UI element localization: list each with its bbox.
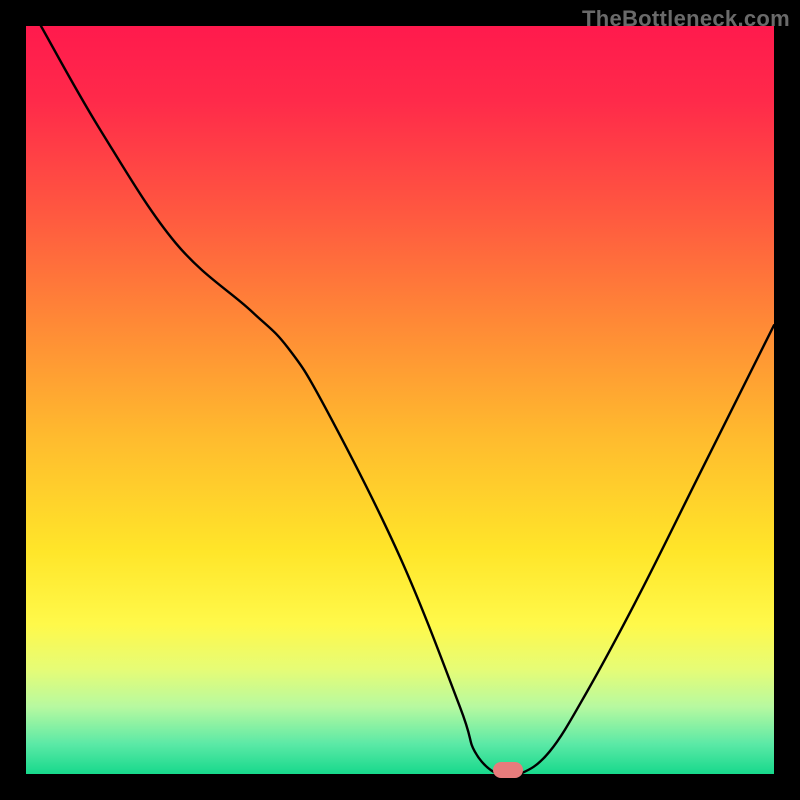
optimal-marker: [493, 762, 523, 778]
chart-frame: TheBottleneck.com: [0, 0, 800, 800]
bottleneck-curve: [26, 26, 774, 774]
plot-area: [26, 26, 774, 774]
watermark-text: TheBottleneck.com: [582, 6, 790, 32]
